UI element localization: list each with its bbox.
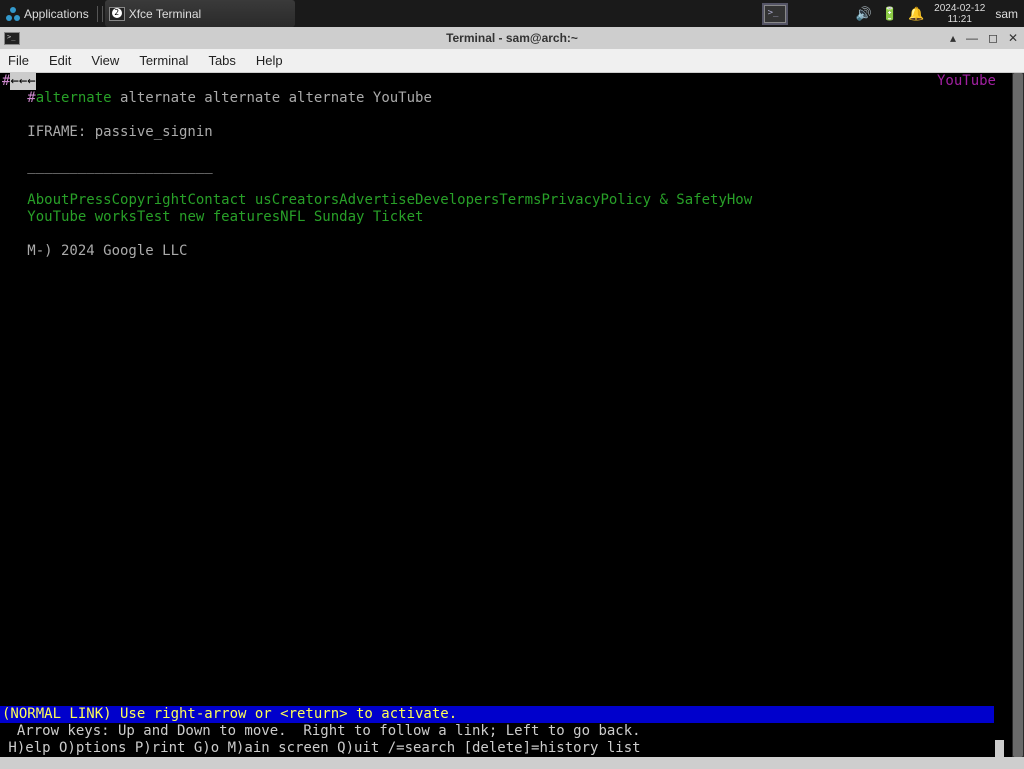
line-iframe: IFRAME: passive_signin <box>2 124 1024 141</box>
clock-date: 2024-02-12 <box>934 3 985 14</box>
back-arrows[interactable]: ←←← <box>10 73 35 90</box>
footer-links-1[interactable]: AboutPressCopyrightContact usCreatorsAdv… <box>27 192 752 208</box>
terminal-viewport[interactable]: #←←← #alternate alternate alternate alte… <box>0 73 1024 757</box>
link-alternate[interactable]: alternate <box>36 90 112 106</box>
taskbar-left: Applications Xfce Terminal <box>0 0 295 27</box>
menu-file[interactable]: File <box>8 53 29 68</box>
blank-1 <box>2 107 1024 124</box>
close-button[interactable]: ✕ <box>1006 31 1020 45</box>
clock[interactable]: 2024-02-12 11:21 <box>934 3 985 25</box>
shade-button[interactable]: ▴ <box>948 31 958 45</box>
taskbar-item-terminal[interactable]: Xfce Terminal <box>105 0 295 27</box>
terminal-icon <box>109 7 125 21</box>
tray-terminal-icon[interactable] <box>764 5 786 23</box>
window-title: Terminal - sam@arch:~ <box>446 31 578 45</box>
user-label[interactable]: sam <box>995 7 1018 21</box>
notification-icon[interactable]: 🔔 <box>908 6 924 22</box>
volume-icon[interactable]: 🔊 <box>856 6 872 22</box>
blank-2 <box>2 141 1024 158</box>
battery-icon[interactable]: 🔋 <box>882 6 898 22</box>
applications-label: Applications <box>24 7 89 21</box>
lynx-help-lines: Arrow keys: Up and Down to move. Right t… <box>0 723 641 757</box>
line-links-2: YouTube worksTest new featuresNFL Sunday… <box>2 209 1024 226</box>
hash-mark-2: # <box>27 90 35 106</box>
clock-time: 11:21 <box>934 14 985 25</box>
window-titlebar[interactable]: Terminal - sam@arch:~ ▴ — ◻ ✕ <box>0 27 1024 49</box>
window-icon <box>4 32 20 45</box>
menu-edit[interactable]: Edit <box>49 53 71 68</box>
maximize-button[interactable]: ◻ <box>986 31 1000 45</box>
scrollbar[interactable] <box>1012 73 1024 757</box>
line-2: #alternate alternate alternate alternate… <box>2 90 1024 107</box>
help-line-2: H)elp O)ptions P)rint G)o M)ain screen Q… <box>0 740 641 757</box>
menu-tabs[interactable]: Tabs <box>208 53 235 68</box>
task-label: Xfce Terminal <box>129 7 201 21</box>
window-controls: ▴ — ◻ ✕ <box>948 31 1020 45</box>
terminal-cursor <box>995 740 1004 757</box>
line-copyright: M-) 2024 Google LLC <box>2 243 1024 260</box>
minimize-button[interactable]: — <box>964 31 980 45</box>
applications-icon <box>6 7 20 21</box>
menu-help[interactable]: Help <box>256 53 283 68</box>
hash-mark: # <box>2 73 10 90</box>
footer-links-2[interactable]: YouTube worksTest new featuresNFL Sunday… <box>27 209 423 225</box>
system-tray: 🔊 🔋 🔔 2024-02-12 11:21 sam <box>764 0 1024 27</box>
menubar: File Edit View Terminal Tabs Help <box>0 49 1024 73</box>
line-divider: ______________________ <box>2 158 1024 175</box>
text-alternates: alternate alternate alternate YouTube <box>112 90 432 106</box>
youtube-label-right: YouTube <box>937 73 996 90</box>
separator <box>97 6 103 22</box>
line-links-1: AboutPressCopyrightContact usCreatorsAdv… <box>2 192 1024 209</box>
blank-3 <box>2 175 1024 192</box>
applications-menu-button[interactable]: Applications <box>0 0 95 27</box>
help-line-1: Arrow keys: Up and Down to move. Right t… <box>0 723 641 740</box>
line-1: #←←← <box>2 73 1024 90</box>
scrollbar-thumb[interactable] <box>1013 73 1023 757</box>
terminal-content: #←←← #alternate alternate alternate alte… <box>0 73 1024 260</box>
taskbar: Applications Xfce Terminal 🔊 🔋 🔔 2024-02… <box>0 0 1024 27</box>
menu-view[interactable]: View <box>91 53 119 68</box>
lynx-status-bar: (NORMAL LINK) Use right-arrow or <return… <box>0 706 994 723</box>
menu-terminal[interactable]: Terminal <box>139 53 188 68</box>
window-bottom-border <box>0 757 1024 769</box>
blank-4 <box>2 226 1024 243</box>
